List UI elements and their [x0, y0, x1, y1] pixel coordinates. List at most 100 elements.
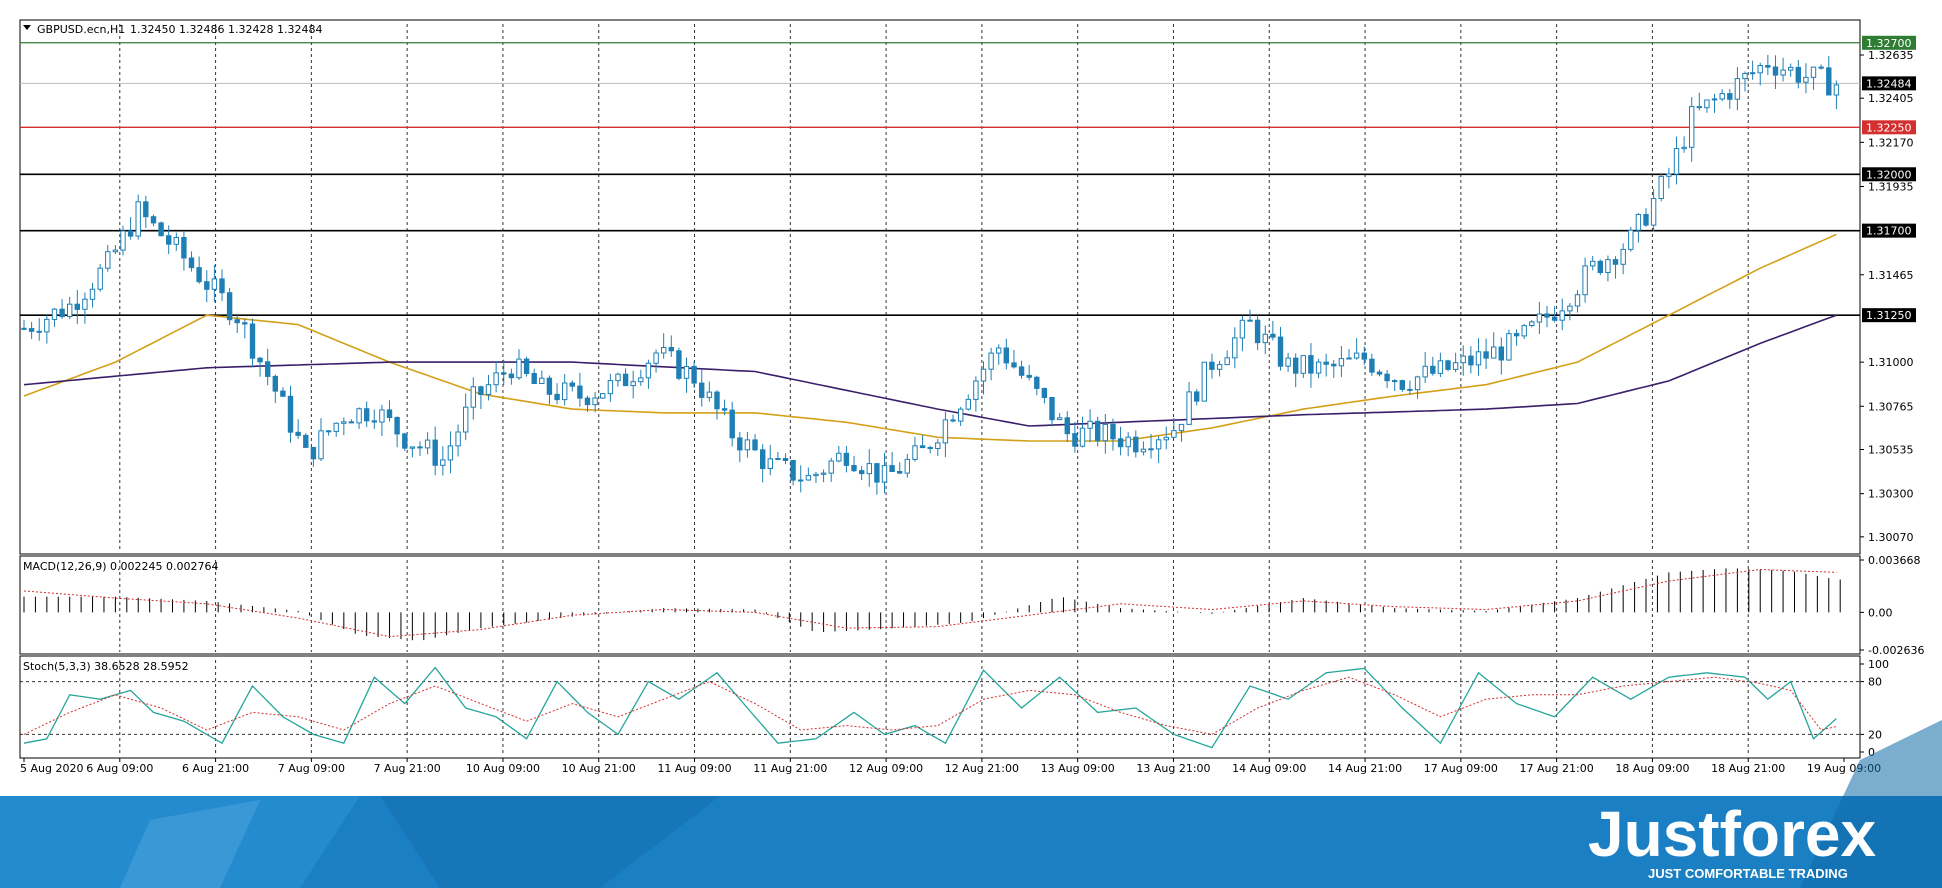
candle-bull — [424, 439, 431, 449]
price-tick-label: 1.32405 — [1868, 92, 1914, 105]
candle-bear — [523, 358, 530, 375]
candle-bear — [280, 390, 286, 397]
candle-bear — [150, 216, 157, 224]
candle-bull — [173, 237, 180, 245]
time-tick-label: 14 Aug 09:00 — [1232, 762, 1306, 775]
candle-bear — [36, 330, 42, 333]
candle-bear — [204, 281, 210, 290]
candle-bull — [1262, 333, 1268, 344]
candle-bull — [44, 318, 50, 333]
candle-bull — [942, 419, 949, 444]
candle-bear — [265, 361, 271, 377]
candle-bull — [1620, 248, 1626, 265]
candle-bull — [744, 439, 751, 451]
candle-bear — [508, 373, 515, 379]
candle-bull — [1711, 98, 1718, 101]
candle-bear — [1544, 313, 1550, 318]
candle-bull — [539, 377, 545, 385]
candle-bear — [242, 322, 248, 325]
candle-bull — [1414, 376, 1421, 391]
time-tick-label: 10 Aug 21:00 — [562, 762, 636, 775]
candle-bear — [310, 446, 317, 460]
candle-bull — [97, 267, 103, 290]
candle-bull — [493, 372, 499, 386]
candle-bull — [51, 308, 58, 320]
price-tick-label: 1.32170 — [1868, 136, 1914, 149]
candle-bull — [1437, 360, 1444, 374]
candle-bull — [607, 380, 614, 395]
price-tick-label: 1.30535 — [1868, 443, 1914, 456]
price-tick-label: 1.31000 — [1868, 356, 1914, 369]
candle-bull — [562, 382, 568, 401]
price-tick-label: 1.30300 — [1868, 488, 1914, 501]
candle-bear — [752, 439, 758, 451]
candle-bull — [447, 445, 454, 461]
candle-bull — [775, 458, 781, 460]
candle-bear — [1018, 366, 1025, 376]
candle-bull — [935, 442, 941, 449]
candle-bull — [1673, 148, 1680, 175]
candle-bear — [1011, 362, 1017, 368]
candle-bull — [836, 452, 842, 462]
candle-bull — [1628, 229, 1634, 250]
candle-bear — [874, 463, 880, 483]
candle-bear — [729, 409, 735, 439]
candle-bull — [1475, 351, 1482, 366]
chart-header: GBPUSD.ecn,H1 1.32450 1.32486 1.32428 1.… — [23, 23, 322, 36]
candle-bear — [1369, 358, 1375, 373]
candle-bull — [1232, 337, 1238, 359]
candle-bull — [988, 352, 994, 370]
candle-bear — [219, 278, 225, 294]
candle-bull — [615, 373, 621, 382]
candle-bear — [196, 267, 202, 283]
candle-bull — [1125, 436, 1131, 448]
candle-bear — [1194, 391, 1200, 402]
candle-bear — [927, 447, 933, 449]
candle-bear — [1772, 66, 1779, 76]
stoch-tick-label: 20 — [1868, 728, 1882, 741]
candle-bear — [843, 452, 850, 466]
time-tick-label: 6 Aug 21:00 — [182, 762, 249, 775]
candle-bear — [364, 408, 370, 422]
chart-symbol: GBPUSD.ecn,H1 — [37, 23, 125, 36]
time-tick-label: 14 Aug 21:00 — [1328, 762, 1402, 775]
macd-tick-label: 0.00 — [1868, 606, 1893, 619]
candle-bear — [1003, 347, 1009, 364]
candle-bull — [67, 303, 73, 318]
candle-bear — [919, 445, 926, 449]
candle-bull — [1491, 346, 1497, 359]
candle-bear — [1064, 417, 1070, 435]
candle-bear — [1072, 433, 1078, 447]
stoch-tick-label: 80 — [1868, 676, 1882, 689]
candle-bull — [409, 446, 416, 449]
candle-bear — [287, 395, 294, 433]
candle-bull — [1201, 361, 1207, 402]
candle-bull — [105, 251, 111, 269]
time-tick-label: 13 Aug 09:00 — [1041, 762, 1115, 775]
candle-bear — [1727, 93, 1733, 100]
candle-bull — [1658, 175, 1664, 199]
candle-bull — [1178, 423, 1185, 432]
candle-bull — [912, 445, 918, 460]
candle-bull — [813, 473, 819, 477]
level-price-label: 1.31250 — [1866, 309, 1912, 322]
candle-bear — [1795, 66, 1801, 83]
time-tick-label: 11 Aug 21:00 — [753, 762, 827, 775]
candle-bull — [135, 201, 141, 237]
candle-bear — [386, 409, 393, 418]
macd-tick-label: -0.002636 — [1868, 644, 1924, 657]
candle-bull — [1810, 66, 1817, 78]
candle-bull — [1171, 430, 1177, 438]
candle-bull — [120, 230, 126, 251]
candle-bull — [455, 431, 461, 447]
candle-bear — [782, 458, 789, 461]
candle-bull — [1559, 310, 1565, 321]
price-tick-label: 1.30765 — [1868, 400, 1914, 413]
candle-bear — [1551, 316, 1558, 321]
candle-bull — [1536, 313, 1543, 323]
candle-bull — [1803, 76, 1809, 83]
candle-bear — [1277, 336, 1284, 367]
candle-bull — [1704, 99, 1710, 109]
candle-bear — [1254, 319, 1261, 344]
candle-bull — [356, 408, 362, 424]
